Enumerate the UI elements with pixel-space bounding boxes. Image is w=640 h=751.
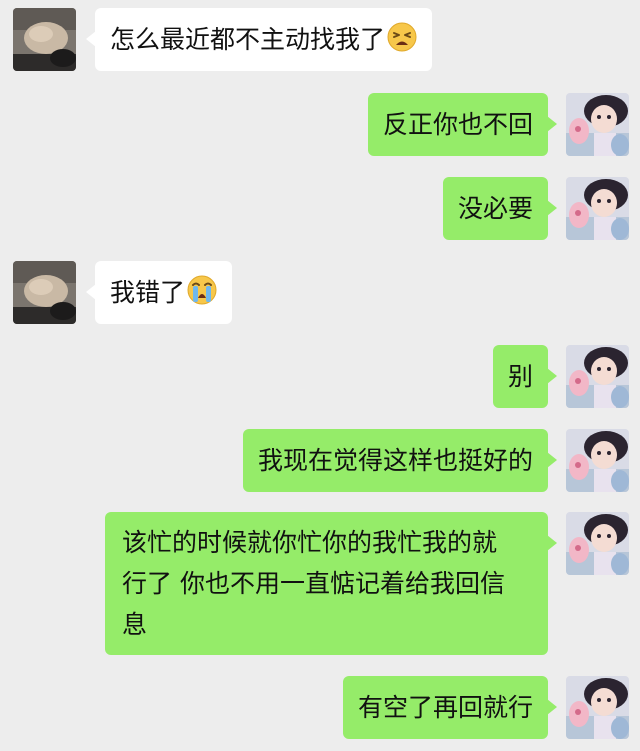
outgoing-message-bubble[interactable]: 反正你也不回 [367,93,558,156]
message-text: 我错了 [110,278,186,307]
message-text-line: 行了 你也不用一直惦记着给我回信 [122,569,505,598]
message-text: 没必要 [457,194,533,223]
user-avatar[interactable] [566,93,629,156]
outgoing-message-bubble[interactable]: 该忙的时候就你忙你的我忙我的就 行了 你也不用一直惦记着给我回信 息 [105,512,557,655]
user-avatar[interactable] [566,345,629,408]
contact-avatar[interactable] [13,261,76,324]
message-text: 我现在觉得这样也挺好的 [257,446,533,475]
tired-face-emoji-icon [387,22,417,63]
outgoing-message-bubble[interactable]: 有空了再回就行 [342,676,558,739]
user-avatar[interactable] [566,177,629,240]
user-avatar[interactable] [566,676,629,739]
message-text: 反正你也不回 [382,110,533,139]
message-text-line: 该忙的时候就你忙你的我忙我的就 [122,528,498,557]
user-avatar[interactable] [566,512,629,575]
message-text: 有空了再回就行 [357,693,533,722]
message-text: 怎么最近都不主动找我了 [110,25,386,54]
outgoing-message-bubble[interactable]: 没必要 [442,177,558,240]
message-text: 别 [507,362,533,391]
loudly-crying-face-emoji-icon [187,275,217,316]
incoming-message-bubble[interactable]: 怎么最近都不主动找我了 [85,8,433,71]
contact-avatar[interactable] [13,8,76,71]
message-text-line: 息 [122,610,148,639]
outgoing-message-bubble[interactable]: 我现在觉得这样也挺好的 [242,429,558,492]
user-avatar[interactable] [566,429,629,492]
incoming-message-bubble[interactable]: 我错了 [85,261,233,324]
outgoing-message-bubble[interactable]: 别 [492,345,558,408]
